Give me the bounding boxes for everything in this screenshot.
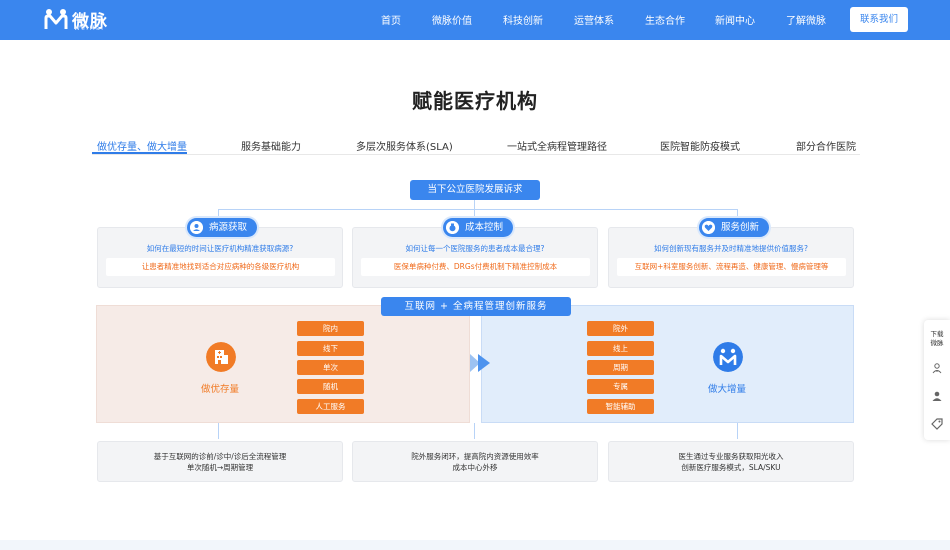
result-card-process: 基于互联网的诊前/诊中/诊后全流程管理 单次随机→周期管理 <box>97 441 343 482</box>
doctor-icon[interactable] <box>931 362 943 374</box>
badge-source: 病源获取 <box>187 218 258 237</box>
panel-stock-label: 做优存量 <box>201 384 240 395</box>
badge-label: 成本控制 <box>465 222 504 233</box>
connector-vertical <box>737 423 738 439</box>
tab-sla[interactable]: 多层次服务体系(SLA) <box>356 138 453 153</box>
connector-horizontal <box>218 209 738 210</box>
result-line: 院外服务闭环，提高院内资源使用效率 <box>411 452 539 461</box>
panel-growth-label: 做大增量 <box>708 384 747 395</box>
weimai-logo-icon <box>713 342 743 372</box>
user-icon[interactable] <box>931 390 943 402</box>
panel-growth <box>481 305 854 423</box>
tab-partner-hospitals[interactable]: 部分合作医院 <box>796 138 856 153</box>
money-bag-icon <box>446 221 459 234</box>
badge-innovation: 服务创新 <box>699 218 770 237</box>
result-line: 基于互联网的诊前/诊中/诊后全流程管理 <box>153 452 287 461</box>
nav-operations[interactable]: 运营体系 <box>574 12 614 27</box>
stock-tag-manual: 人工服务 <box>297 399 364 414</box>
result-card-efficiency: 院外服务闭环，提高院内资源使用效率 成本中心外移 <box>352 441 598 482</box>
arrow-right-icon <box>470 354 490 372</box>
growth-tag-outhospital: 院外 <box>587 321 654 336</box>
stock-tag-single: 单次 <box>297 360 364 375</box>
growth-tag-cycle: 周期 <box>587 360 654 375</box>
connector-vertical <box>218 423 219 439</box>
logo[interactable]: 微脉 WeiMai <box>44 6 124 34</box>
mid-service-pill: 互联网 + 全病程管理创新服务 <box>381 297 571 316</box>
result-line: 单次随机→周期管理 <box>186 463 254 472</box>
connector-vertical <box>474 423 475 439</box>
tab-epidemic-mode[interactable]: 医院智能防疫模式 <box>660 138 740 153</box>
growth-tag-online: 线上 <box>587 341 654 356</box>
tab-disease-path[interactable]: 一站式全病程管理路径 <box>507 138 607 153</box>
growth-tag-smart: 智能辅助 <box>587 399 654 414</box>
contact-us-button[interactable]: 联系我们 <box>850 7 908 32</box>
tag-icon[interactable] <box>931 418 943 430</box>
badge-label: 病源获取 <box>209 222 248 233</box>
stock-tag-offline: 线下 <box>297 341 364 356</box>
logo-subtext: WeiMai <box>74 25 105 32</box>
tab-service-basics[interactable]: 服务基础能力 <box>241 138 301 153</box>
card-question: 如何创新现有服务并及时精准地提供价值服务? <box>654 244 808 253</box>
result-card-income: 医生通过专业服务获取阳光收入 创新医疗服务模式，SLA/SKU <box>608 441 854 482</box>
card-question: 如何让每一个医院服务的患者成本最合理? <box>405 244 545 253</box>
card-answer: 医保单病种付费、DRGs付费机制下精准控制成本 <box>361 258 590 276</box>
nav-value[interactable]: 微脉价值 <box>432 12 472 27</box>
heart-icon <box>702 221 715 234</box>
footer-edge <box>0 540 950 550</box>
side-toolbar: 下载微脉 <box>924 320 950 440</box>
hospital-icon <box>206 342 236 372</box>
result-line: 医生通过专业服务获取阳光收入 <box>678 452 784 461</box>
panel-stock <box>96 305 470 423</box>
tab-stock-growth[interactable]: 做优存量、做大增量 <box>97 138 187 153</box>
user-icon <box>190 221 203 234</box>
card-answer: 让患者精准地找到适合对应病种的各级医疗机构 <box>106 258 335 276</box>
result-line: 创新医疗服务模式，SLA/SKU <box>681 463 781 472</box>
nav-about[interactable]: 了解微脉 <box>786 12 826 27</box>
card-answer: 互联网+科室服务创新、流程再造、健康管理、慢病管理等 <box>617 258 846 276</box>
badge-label: 服务创新 <box>721 222 760 233</box>
stock-tag-inhospital: 院内 <box>297 321 364 336</box>
badge-cost: 成本控制 <box>443 218 514 237</box>
top-demand-pill: 当下公立医院发展诉求 <box>410 180 540 200</box>
nav-ecosystem[interactable]: 生态合作 <box>645 12 685 27</box>
nav-news[interactable]: 新闻中心 <box>715 12 755 27</box>
growth-tag-exclusive: 专属 <box>587 379 654 394</box>
download-app-link[interactable]: 下载微脉 <box>930 330 944 348</box>
result-line: 成本中心外移 <box>452 463 498 472</box>
top-navigation-bar: 微脉 WeiMai 首页 微脉价值 科技创新 运营体系 生态合作 新闻中心 了解… <box>0 0 950 40</box>
nav-tech[interactable]: 科技创新 <box>503 12 543 27</box>
active-tab-indicator <box>92 152 187 154</box>
weimai-logo-icon <box>44 9 68 29</box>
nav-home[interactable]: 首页 <box>381 12 401 27</box>
tabs-divider <box>92 154 860 155</box>
card-question: 如何在最短的时间让医疗机构精准获取病源? <box>146 244 294 253</box>
stock-tag-random: 随机 <box>297 379 364 394</box>
page-title: 赋能医疗机构 <box>412 89 538 113</box>
